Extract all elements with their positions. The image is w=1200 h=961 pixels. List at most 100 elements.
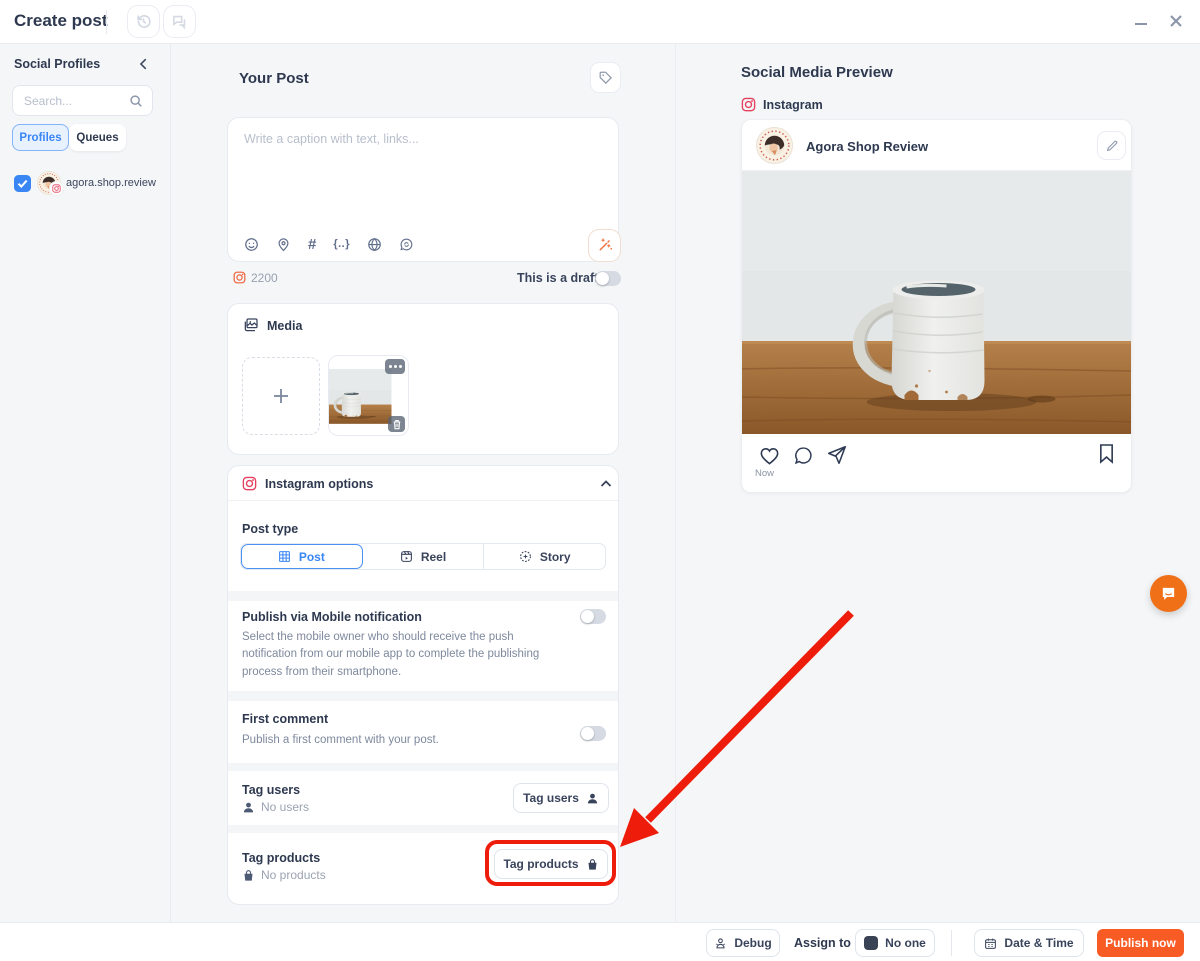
recycle-comment-icon[interactable] (399, 237, 414, 252)
instagram-options-header[interactable]: Instagram options (228, 466, 618, 501)
minimize-button[interactable] (1128, 8, 1154, 34)
bookmark-icon[interactable] (1098, 443, 1115, 464)
media-thumbnail[interactable] (328, 355, 409, 436)
instagram-preview-card: Agora Shop Review Now (741, 119, 1132, 493)
section-gap (228, 763, 618, 771)
post-type-story[interactable]: Story (484, 544, 605, 569)
draft-label: This is a draft (517, 271, 598, 285)
instagram-count-icon (233, 271, 246, 284)
comment-icon[interactable] (793, 445, 814, 466)
preview-card-header: Agora Shop Review (742, 120, 1131, 171)
instagram-options-title: Instagram options (265, 477, 373, 491)
tab-queues[interactable]: Queues (69, 124, 126, 151)
media-title: Media (267, 319, 302, 333)
like-icon[interactable] (758, 444, 781, 467)
chevron-left-icon (137, 57, 151, 71)
assign-to-label: Assign to (794, 936, 851, 950)
post-type-reel-label: Reel (421, 550, 446, 564)
search-box (12, 85, 153, 116)
mobile-notification-toggle[interactable] (580, 609, 606, 624)
close-button[interactable] (1163, 8, 1189, 34)
preview-title: Social Media Preview (741, 64, 893, 81)
section-gap (228, 691, 618, 701)
draft-toggle[interactable] (595, 271, 621, 286)
chevron-up-icon[interactable] (600, 479, 612, 488)
page-title: Create post (14, 11, 108, 31)
label-tag-button[interactable] (590, 62, 621, 93)
first-comment-description: Publish a first comment with your post. (242, 732, 552, 749)
publish-now-button[interactable]: Publish now (1097, 929, 1184, 957)
hashtag-icon[interactable]: # (308, 237, 316, 252)
location-icon[interactable] (276, 237, 291, 252)
tag-users-title: Tag users (242, 783, 300, 797)
profile-name: agora.shop.review (66, 177, 156, 189)
variables-icon[interactable]: {..} (333, 239, 350, 250)
titlebar-divider (106, 10, 107, 34)
instagram-badge-icon (50, 182, 63, 195)
globe-icon[interactable] (367, 237, 382, 252)
instagram-icon (242, 476, 257, 491)
account-avatar (756, 127, 793, 164)
datetime-button[interactable]: Date & Time (974, 929, 1084, 957)
add-media-button[interactable] (242, 357, 320, 435)
pencil-icon (1105, 139, 1119, 153)
preview-network-label: Instagram (763, 98, 823, 112)
window-titlebar: Create post (0, 0, 1200, 44)
section-gap (228, 591, 618, 601)
assignee-button[interactable]: No one (855, 929, 935, 957)
caption-toolbar: # {..} (244, 237, 414, 252)
mobile-notification-title: Publish via Mobile notification (242, 610, 422, 624)
assignee-button-label: No one (885, 936, 926, 950)
ellipsis-icon (389, 365, 402, 368)
emoji-icon[interactable] (244, 237, 259, 252)
magic-wand-icon (596, 237, 613, 254)
thumbnail-more-button[interactable] (385, 359, 405, 374)
media-card: Media (227, 303, 619, 455)
post-type-selector: Post Reel Story (240, 543, 606, 570)
tag-users-button[interactable]: Tag users (513, 783, 609, 813)
share-icon[interactable] (826, 444, 848, 466)
comments-button[interactable] (163, 5, 196, 38)
search-icon (129, 94, 143, 108)
mobile-notification-knob (581, 610, 594, 623)
instagram-icon (741, 97, 756, 112)
post-type-reel[interactable]: Reel (363, 544, 485, 569)
thumbnail-delete-button[interactable] (388, 416, 405, 432)
preview-post-image (742, 171, 1131, 434)
tag-users-button-label: Tag users (523, 791, 579, 805)
profile-row[interactable]: agora.shop.review (0, 170, 171, 200)
edit-preview-button[interactable] (1097, 131, 1126, 160)
post-type-post[interactable]: Post (241, 544, 363, 569)
sidebar-collapse-button[interactable] (133, 52, 155, 74)
tag-products-status-text: No products (261, 868, 326, 882)
trash-icon (392, 419, 402, 430)
debug-button[interactable]: Debug (706, 929, 780, 957)
comments-icon (171, 13, 188, 30)
preview-timestamp: Now (755, 468, 774, 479)
post-type-label: Post type (242, 522, 298, 536)
assignee-avatar-icon (864, 936, 878, 950)
minimize-icon (1133, 13, 1149, 29)
first-comment-toggle[interactable] (580, 726, 606, 741)
caption-input[interactable] (232, 122, 616, 222)
shopping-bag-icon (242, 869, 255, 882)
search-input[interactable] (13, 86, 128, 115)
tab-profiles[interactable]: Profiles (12, 124, 69, 151)
tag-users-status-text: No users (261, 800, 309, 814)
mobile-notification-description: Select the mobile owner who should recei… (242, 629, 552, 681)
annotation-highlight-ring (485, 840, 616, 886)
plus-icon (271, 386, 291, 406)
tag-users-status: No users (242, 800, 309, 814)
support-chat-button[interactable] (1150, 575, 1187, 612)
history-button[interactable] (127, 5, 160, 38)
profile-checkbox[interactable] (14, 175, 31, 192)
first-comment-title: First comment (242, 712, 328, 726)
tag-products-title: Tag products (242, 851, 320, 865)
ai-assist-button[interactable] (588, 229, 621, 262)
mug-photo (742, 171, 1131, 434)
account-name: Agora Shop Review (806, 139, 928, 154)
tag-icon (598, 70, 613, 85)
close-icon (1168, 13, 1184, 29)
caption-card: # {..} (227, 117, 619, 262)
section-gap (228, 825, 618, 833)
